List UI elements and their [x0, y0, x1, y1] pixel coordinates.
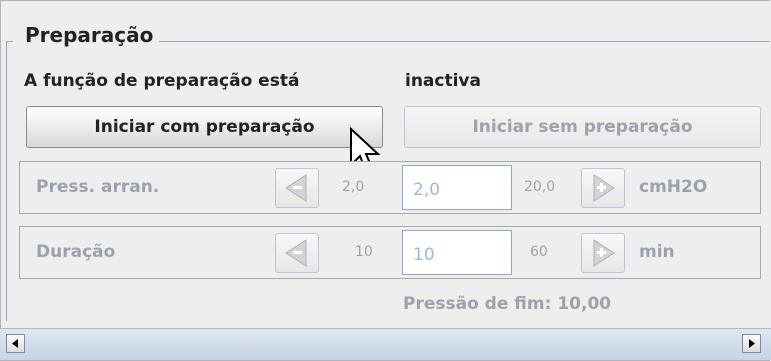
- duration-row: Duração 10 10 60 min: [19, 226, 761, 279]
- window-frame: Preparação A função de preparação está i…: [0, 0, 770, 361]
- increase-start-pressure-button[interactable]: [581, 168, 625, 208]
- decrease-duration-button[interactable]: [275, 233, 319, 273]
- duration-input[interactable]: 10: [402, 230, 512, 275]
- plus-arrow-right-icon: [593, 239, 615, 267]
- minus-arrow-left-icon: [285, 174, 307, 202]
- scroll-left-icon: [12, 339, 18, 348]
- start-with-preparation-button[interactable]: Iniciar com preparação: [26, 106, 383, 148]
- scroll-left-button[interactable]: [6, 334, 25, 353]
- decrease-start-pressure-button[interactable]: [275, 168, 319, 208]
- start-pressure-min: 2,0: [342, 179, 365, 195]
- status-value: inactiva: [405, 71, 481, 91]
- increase-duration-button[interactable]: [581, 233, 625, 273]
- minus-arrow-left-icon: [285, 239, 307, 267]
- status-label: A função de preparação está: [24, 71, 300, 91]
- plus-arrow-right-icon: [593, 174, 615, 202]
- start-without-preparation-button[interactable]: Iniciar sem preparação: [404, 106, 761, 148]
- start-pressure-max: 20,0: [524, 179, 556, 195]
- section-legend: Preparação: [13, 23, 160, 47]
- start-pressure-unit: cmH2O: [639, 177, 708, 197]
- duration-min: 10: [355, 244, 373, 260]
- duration-label: Duração: [36, 242, 116, 262]
- horizontal-scrollbar[interactable]: [0, 328, 771, 360]
- fieldset-border-left: [6, 41, 7, 321]
- duration-max: 60: [530, 244, 548, 260]
- start-pressure-label: Press. arran.: [36, 177, 160, 197]
- scroll-right-icon: [749, 339, 755, 348]
- start-pressure-row: Press. arran. 2,0 2,0 20,0 cmH2O: [19, 161, 761, 214]
- start-pressure-input[interactable]: 2,0: [402, 165, 512, 210]
- duration-unit: min: [639, 242, 675, 262]
- scroll-right-button[interactable]: [742, 334, 761, 353]
- end-pressure-text: Pressão de fim: 10,00: [403, 294, 612, 314]
